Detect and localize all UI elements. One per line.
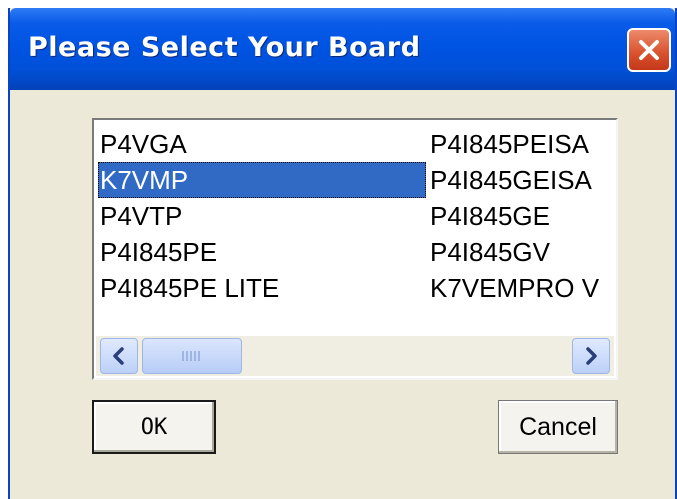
- list-item-selected[interactable]: K7VMP: [98, 162, 426, 198]
- ok-button[interactable]: OK: [92, 400, 216, 454]
- list-item[interactable]: P4I845GE: [428, 198, 614, 234]
- board-listbox[interactable]: P4VGA K7VMP P4VTP P4I845PE P4I845PE LITE…: [92, 118, 618, 380]
- board-list-column-right: P4I845PEISA P4I845GEISA P4I845GE P4I845G…: [428, 126, 614, 306]
- list-item[interactable]: P4I845PEISA: [428, 126, 614, 162]
- close-button[interactable]: [627, 28, 671, 72]
- grip-icon: [182, 351, 200, 361]
- list-item[interactable]: P4I845PE: [98, 234, 426, 270]
- chevron-left-icon: [113, 347, 124, 365]
- board-list-column-left: P4VGA K7VMP P4VTP P4I845PE P4I845PE LITE: [98, 126, 426, 306]
- list-item[interactable]: P4VTP: [98, 198, 426, 234]
- list-item[interactable]: P4I845GV: [428, 234, 614, 270]
- list-item[interactable]: K7VEMPRO V: [428, 270, 614, 306]
- scroll-thumb[interactable]: [142, 338, 242, 374]
- list-item[interactable]: P4VGA: [98, 126, 426, 162]
- scroll-left-button[interactable]: [100, 338, 138, 374]
- list-item[interactable]: P4I845PE LITE: [98, 270, 426, 306]
- dialog-title: Please Select Your Board: [28, 32, 421, 63]
- horizontal-scrollbar[interactable]: [96, 336, 614, 376]
- dialog-window: Please Select Your Board P4VGA K7VMP P4V…: [8, 8, 677, 499]
- cancel-button[interactable]: Cancel: [498, 400, 618, 454]
- list-item[interactable]: P4I845GEISA: [428, 162, 614, 198]
- close-icon: [639, 40, 659, 60]
- title-bar[interactable]: Please Select Your Board: [10, 8, 675, 90]
- chevron-right-icon: [586, 347, 597, 365]
- scroll-right-button[interactable]: [572, 338, 610, 374]
